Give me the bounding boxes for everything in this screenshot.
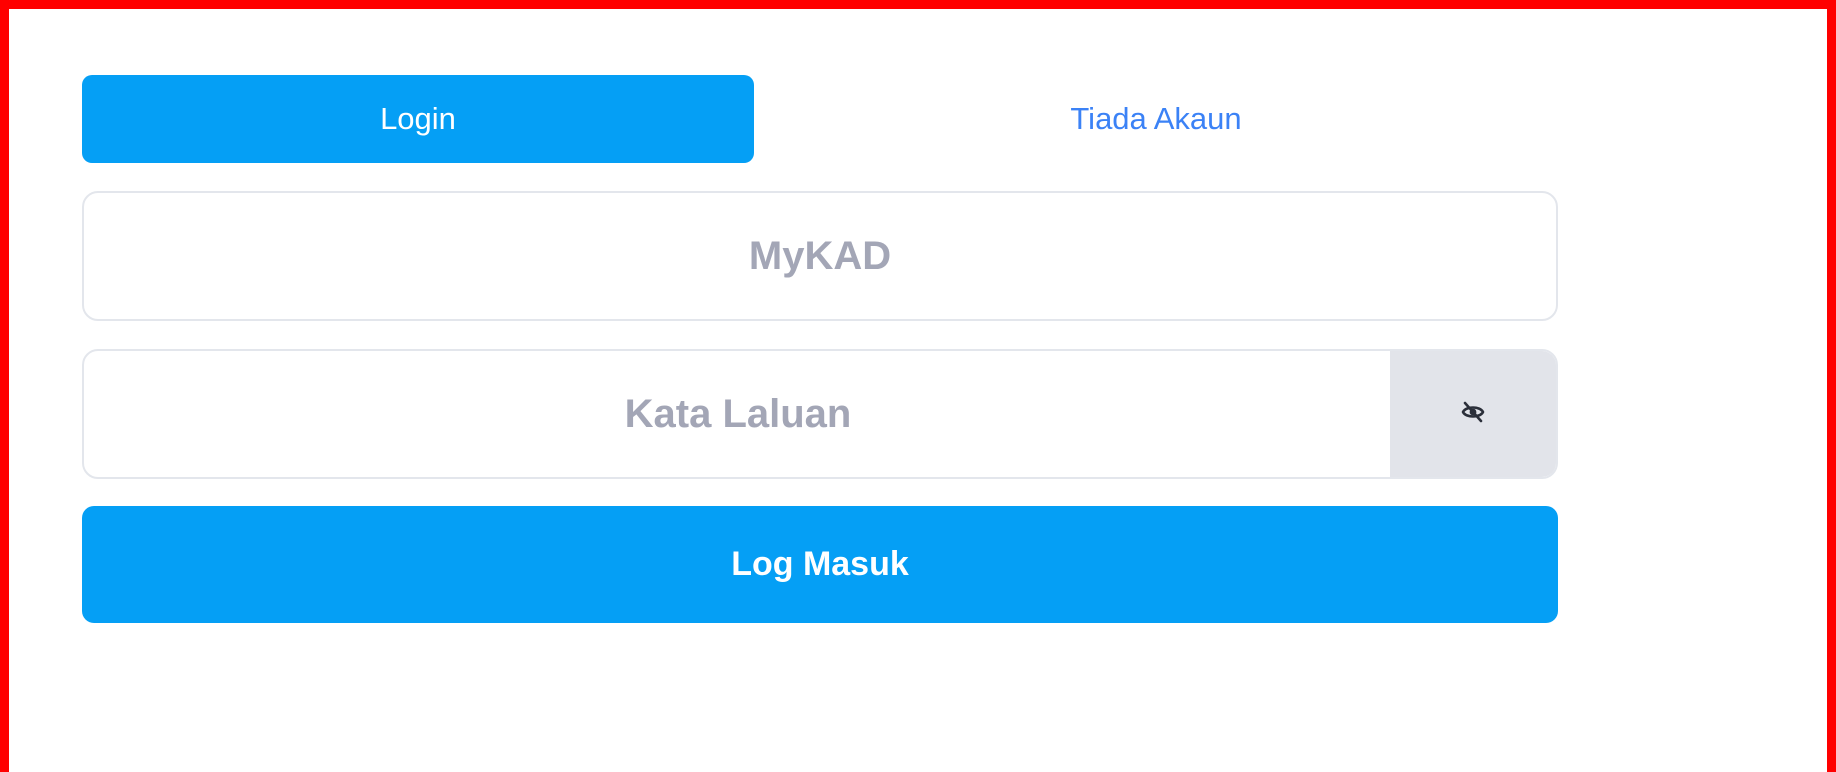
log-masuk-button[interactable]: Log Masuk xyxy=(82,506,1558,623)
eye-slash-icon xyxy=(1461,400,1485,429)
tab-login[interactable]: Login xyxy=(82,75,754,163)
password-input[interactable] xyxy=(84,351,1392,477)
password-field xyxy=(82,349,1558,479)
tab-no-account[interactable]: Tiada Akaun xyxy=(754,75,1558,163)
password-visibility-toggle[interactable] xyxy=(1390,351,1556,477)
mykad-field xyxy=(82,191,1558,321)
login-panel: Login Tiada Akaun Log Masuk xyxy=(0,0,1836,772)
auth-tabs: Login Tiada Akaun xyxy=(82,75,1558,163)
mykad-input[interactable] xyxy=(84,193,1556,319)
